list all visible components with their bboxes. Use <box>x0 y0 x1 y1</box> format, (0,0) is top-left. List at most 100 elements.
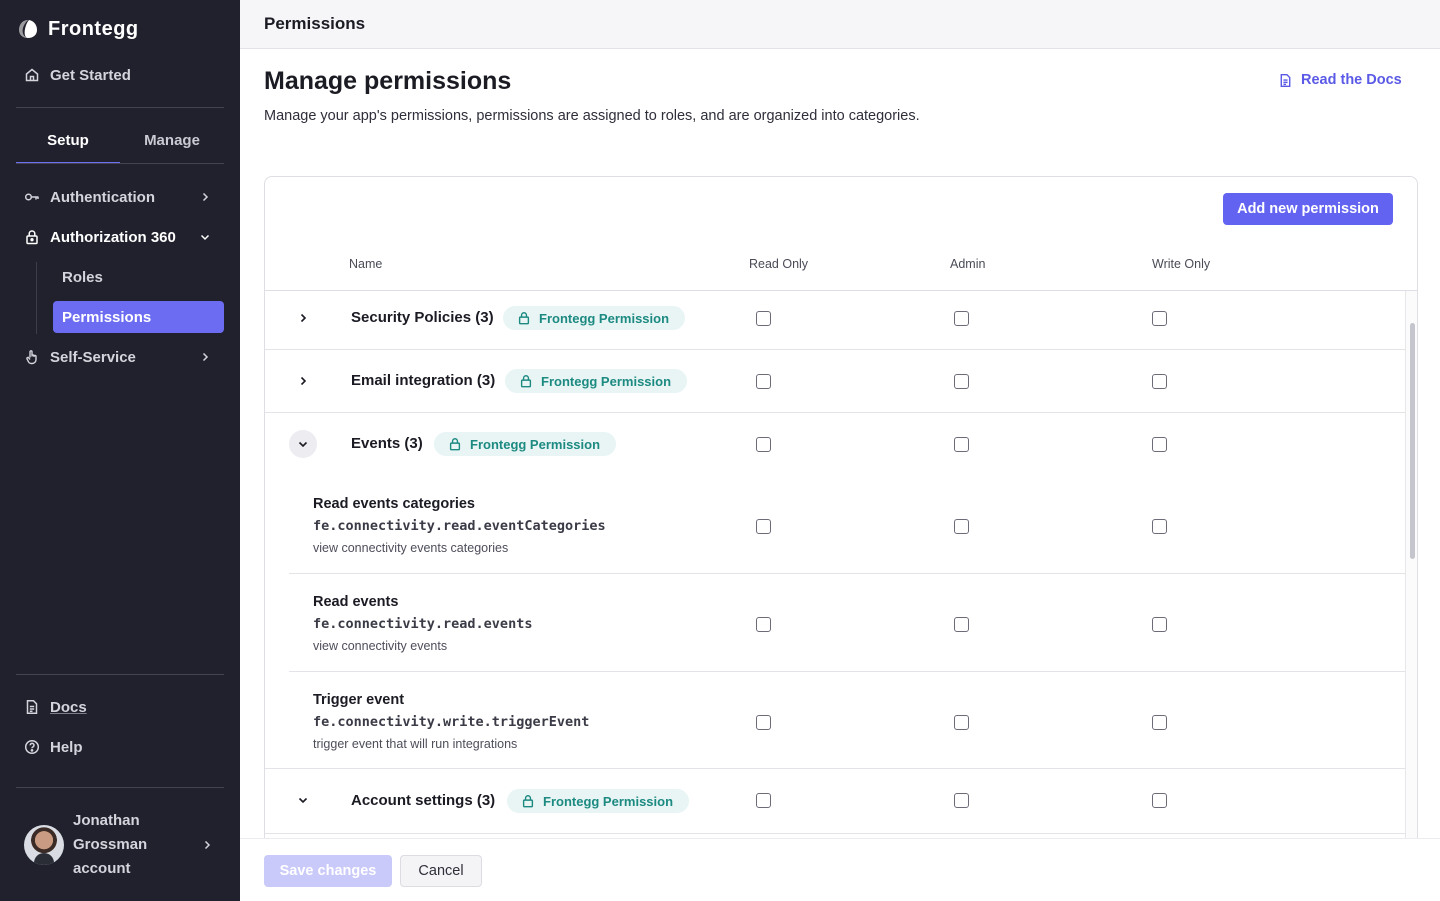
breadcrumb-title: Permissions <box>264 14 366 33</box>
permission-title: Read events <box>313 594 399 610</box>
document-icon <box>26 700 38 714</box>
admin-checkbox[interactable] <box>954 437 969 452</box>
scrollbar-thumb[interactable] <box>1410 323 1415 559</box>
nav-authentication-label: Authentication <box>50 188 155 206</box>
category-row: Account settings (3) Frontegg Permission <box>265 769 1405 834</box>
hand-pointer-icon <box>26 350 37 365</box>
read-only-checkbox[interactable] <box>756 715 771 730</box>
chevron-down-icon <box>298 797 308 804</box>
chevron-right-icon <box>300 313 307 323</box>
read-docs-label: Read the Docs <box>1301 72 1402 88</box>
category-name: Events (3) <box>351 435 423 452</box>
admin-checkbox[interactable] <box>954 617 969 632</box>
sidebar-divider <box>16 674 224 675</box>
collapse-toggle[interactable] <box>289 786 317 814</box>
read-only-checkbox[interactable] <box>756 311 771 326</box>
write-only-checkbox[interactable] <box>1152 519 1167 534</box>
permission-row: Read events categories fe.connectivity.r… <box>289 476 1405 574</box>
frontegg-permission-badge: Frontegg Permission <box>434 432 617 456</box>
nav-authorization-label: Authorization 360 <box>50 228 176 246</box>
category-row: Email integration (3) Frontegg Permissio… <box>265 350 1405 413</box>
tab-manage[interactable]: Manage <box>120 126 224 164</box>
permission-key: fe.connectivity.read.events <box>313 616 533 632</box>
table-scrollbar[interactable] <box>1405 291 1417 875</box>
sidebar-divider <box>16 787 224 788</box>
lock-icon <box>520 375 532 388</box>
write-only-checkbox[interactable] <box>1152 374 1167 389</box>
write-only-checkbox[interactable] <box>1152 793 1167 808</box>
nav-roles[interactable]: Roles <box>53 261 224 293</box>
admin-checkbox[interactable] <box>954 715 969 730</box>
user-name: Jonathan Grossman account <box>73 812 148 877</box>
frontegg-logo[interactable]: Frontegg <box>16 16 139 42</box>
admin-checkbox[interactable] <box>954 519 969 534</box>
nav-get-started-label: Get Started <box>50 66 131 84</box>
save-changes-button[interactable]: Save changes <box>264 855 392 887</box>
frontegg-permission-badge: Frontegg Permission <box>507 789 690 813</box>
sidebar-tabs: Setup Manage <box>16 126 224 164</box>
permission-title: Read events categories <box>313 496 475 512</box>
document-icon <box>1280 73 1291 87</box>
admin-checkbox[interactable] <box>954 311 969 326</box>
avatar <box>24 825 64 865</box>
page-description: Manage your app's permissions, permissio… <box>264 108 920 124</box>
collapse-toggle[interactable] <box>289 430 317 458</box>
write-only-checkbox[interactable] <box>1152 715 1167 730</box>
admin-checkbox[interactable] <box>954 793 969 808</box>
nav-authorization[interactable]: Authorization 360 <box>24 226 210 248</box>
sidebar-divider <box>16 107 224 108</box>
nav-self-service-label: Self-Service <box>50 348 136 366</box>
column-header-name: Name <box>349 257 383 271</box>
write-only-checkbox[interactable] <box>1152 437 1167 452</box>
action-footer: Save changes Cancel <box>240 838 1440 901</box>
expand-toggle[interactable] <box>289 304 317 332</box>
badge-label: Frontegg Permission <box>543 793 674 809</box>
write-only-checkbox[interactable] <box>1152 311 1167 326</box>
lock-icon <box>26 230 38 245</box>
chevron-right-icon <box>202 192 209 202</box>
nav-permissions[interactable]: Permissions <box>53 301 224 333</box>
category-name: Account settings (3) <box>351 792 496 809</box>
read-only-checkbox[interactable] <box>756 793 771 808</box>
nav-self-service[interactable]: Self-Service <box>24 346 209 368</box>
home-icon <box>25 68 39 82</box>
permission-key: fe.connectivity.read.eventCategories <box>313 518 606 534</box>
admin-checkbox[interactable] <box>954 374 969 389</box>
frontegg-logo-icon <box>19 20 37 38</box>
badge-label: Frontegg Permission <box>470 436 601 452</box>
column-header-read-only: Read Only <box>749 257 809 271</box>
cancel-button[interactable]: Cancel <box>400 855 482 887</box>
badge-label: Frontegg Permission <box>539 310 670 326</box>
tabs-divider <box>16 163 224 164</box>
chevron-right-icon <box>202 352 209 362</box>
nav-docs-label: Docs <box>50 698 87 716</box>
permission-description: trigger event that will run integrations <box>313 737 518 751</box>
chevron-right-icon <box>204 840 211 850</box>
permission-key: fe.connectivity.write.triggerEvent <box>313 714 590 730</box>
nav-docs[interactable]: Docs <box>24 696 87 718</box>
category-row-expanded: Events (3) Frontegg Permission Read even… <box>265 413 1405 769</box>
nav-get-started[interactable]: Get Started <box>24 64 131 86</box>
nav-help[interactable]: Help <box>24 736 83 758</box>
read-docs-link[interactable]: Read the Docs <box>1278 72 1402 88</box>
nav-help-label: Help <box>50 738 83 756</box>
expand-toggle[interactable] <box>289 367 317 395</box>
badge-label: Frontegg Permission <box>541 373 672 389</box>
submenu-guide-line <box>36 262 37 334</box>
tab-setup[interactable]: Setup <box>16 126 120 164</box>
help-circle-icon <box>24 739 40 755</box>
lock-icon <box>518 312 530 325</box>
chevron-down-icon <box>298 441 308 448</box>
read-only-checkbox[interactable] <box>756 617 771 632</box>
permission-description: view connectivity events <box>313 639 448 653</box>
write-only-checkbox[interactable] <box>1152 617 1167 632</box>
permission-row: Trigger event fe.connectivity.write.trig… <box>289 672 1405 769</box>
read-only-checkbox[interactable] <box>756 437 771 452</box>
read-only-checkbox[interactable] <box>756 519 771 534</box>
read-only-checkbox[interactable] <box>756 374 771 389</box>
user-account-menu[interactable]: Jonathan Grossman account <box>24 808 224 882</box>
nav-authentication[interactable]: Authentication <box>24 186 209 208</box>
lock-icon <box>449 438 461 451</box>
add-permission-button[interactable]: Add new permission <box>1223 193 1393 225</box>
column-header-write-only: Write Only <box>1152 257 1211 271</box>
